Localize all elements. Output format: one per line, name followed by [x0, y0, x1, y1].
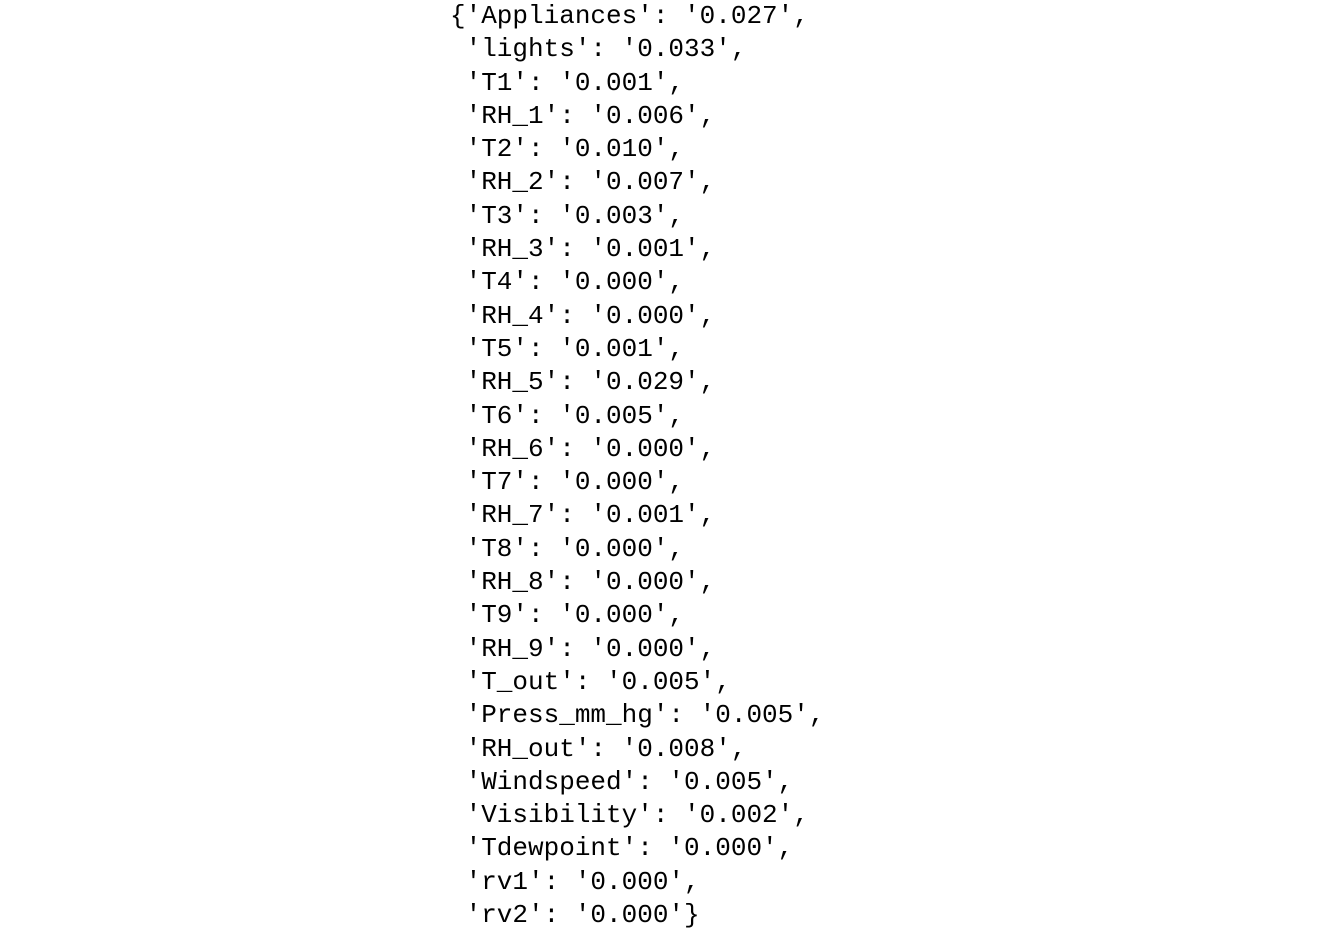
dict-text: {'Appliances': '0.027', 'lights': '0.033… — [450, 1, 824, 930]
dict-output: {'Appliances': '0.027', 'lights': '0.033… — [450, 0, 824, 932]
